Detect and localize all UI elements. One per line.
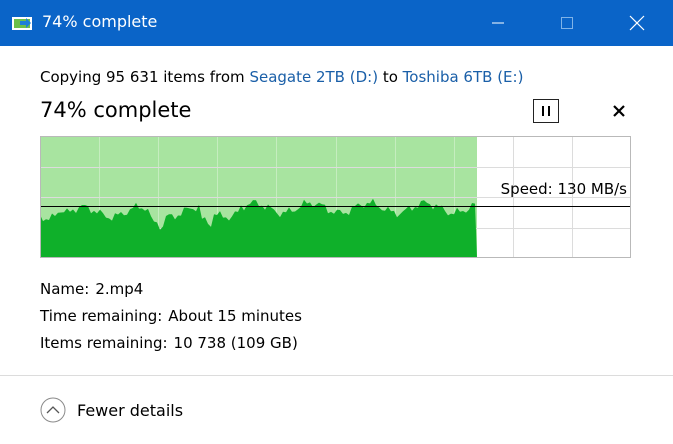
fewer-details-label: Fewer details: [77, 400, 184, 420]
copy-progress-window: 74% complete Copying 95 631 items from S…: [0, 0, 673, 444]
close-window-button[interactable]: [614, 0, 660, 46]
close-icon: [613, 105, 625, 117]
title-bar[interactable]: 74% complete: [0, 0, 673, 46]
details-panel: Name: 2.mp4 Time remaining: About 15 minut…: [40, 276, 302, 357]
name-label: Name:: [40, 280, 90, 298]
detail-time-row: Time remaining: About 15 minutes: [40, 303, 302, 330]
time-value: About 15 minutes: [168, 307, 302, 325]
source-link[interactable]: Seagate 2TB (D:): [249, 68, 378, 86]
name-value: 2.mp4: [95, 280, 144, 298]
progress-headline: 74% complete: [40, 98, 192, 122]
pause-button[interactable]: [533, 99, 559, 123]
maximize-icon: [561, 17, 573, 29]
items-label: Items remaining:: [40, 334, 168, 352]
destination-link[interactable]: Toshiba 6TB (E:): [403, 68, 524, 86]
speed-label: Speed: 130 MB/s: [500, 180, 627, 198]
copy-connector: to: [382, 68, 398, 86]
detail-name-row: Name: 2.mp4: [40, 276, 302, 303]
copy-description: Copying 95 631 items from Seagate 2TB (D…: [40, 68, 523, 86]
window-title: 74% complete: [42, 12, 158, 31]
detail-items-row: Items remaining: 10 738 (109 GB): [40, 330, 302, 357]
time-label: Time remaining:: [40, 307, 163, 325]
chevron-up-circle-icon: [40, 397, 66, 423]
progress-content: Copying 95 631 items from Seagate 2TB (D…: [0, 46, 673, 375]
copy-transfer-icon: [12, 14, 34, 32]
cancel-button[interactable]: [608, 100, 630, 122]
close-icon: [629, 15, 645, 31]
footer-bar: Fewer details: [0, 375, 673, 444]
pause-icon: [542, 106, 550, 116]
items-value: 10 738 (109 GB): [173, 334, 298, 352]
copy-prefix: Copying 95 631 items from: [40, 68, 245, 86]
fewer-details-button[interactable]: Fewer details: [40, 396, 183, 424]
minimize-icon: [492, 22, 504, 24]
maximize-button[interactable]: [544, 0, 590, 46]
minimize-button[interactable]: [475, 0, 521, 46]
speed-graph: Speed: 130 MB/s: [40, 136, 631, 258]
